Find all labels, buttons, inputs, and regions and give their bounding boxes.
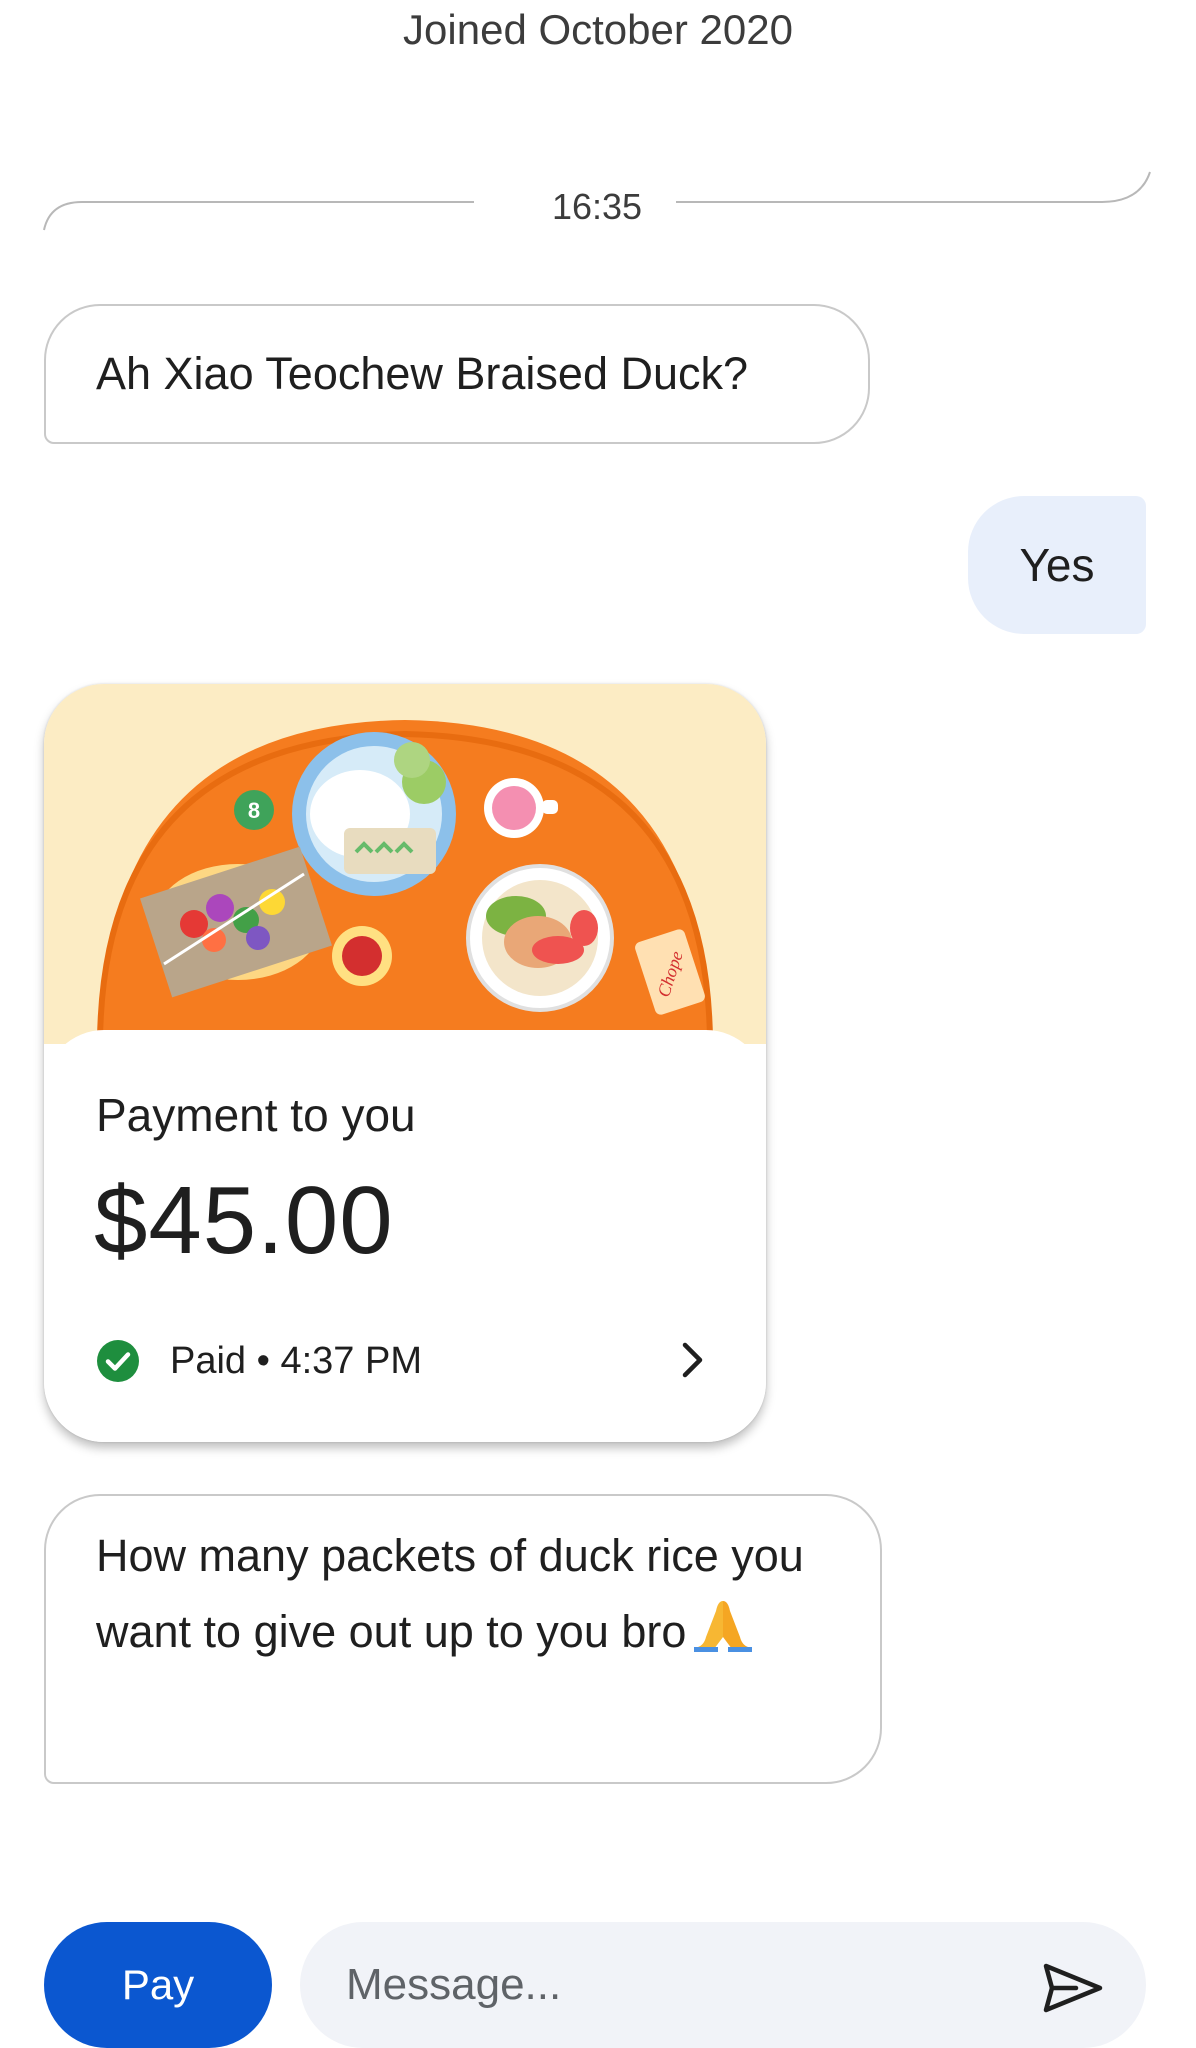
timestamp-label: 16:35 — [551, 186, 643, 227]
svg-text:8: 8 — [248, 798, 260, 823]
payment-status-text: Paid • 4:37 PM — [170, 1339, 422, 1382]
incoming-message-bubble[interactable]: Ah Xiao Teochew Braised Duck? — [44, 304, 870, 444]
pay-button[interactable]: Pay — [44, 1922, 272, 2048]
check-circle-icon — [97, 1340, 139, 1382]
outgoing-message-bubble[interactable]: Yes — [968, 496, 1146, 634]
incoming-message-bubble[interactable]: How many packets of duck rice you want t… — [44, 1494, 882, 1784]
send-icon[interactable] — [1040, 1960, 1106, 2016]
payment-title: Payment to you — [96, 1089, 416, 1141]
message-composer — [300, 1922, 1146, 2048]
food-tray-illustration: 8 Chope — [44, 684, 766, 1044]
chevron-right-icon[interactable] — [678, 1338, 708, 1382]
payment-amount: $45.00 — [94, 1167, 394, 1274]
payment-card[interactable]: 8 Chope Payment to you $45.00 Paid • 4:3… — [44, 684, 766, 1442]
payment-status: Paid • 4:37 PM — [96, 1336, 422, 1386]
message-text: Yes — [1019, 539, 1095, 591]
joined-date-text: Joined October 2020 — [403, 6, 793, 53]
message-text: Ah Xiao Teochew Braised Duck? — [96, 348, 749, 399]
timestamp-divider: 16:35 — [42, 170, 1152, 244]
message-input[interactable] — [346, 1922, 986, 2048]
folded-hands-icon — [694, 1601, 753, 1652]
payment-details: Payment to you $45.00 Paid • 4:37 PM — [44, 1030, 766, 1442]
